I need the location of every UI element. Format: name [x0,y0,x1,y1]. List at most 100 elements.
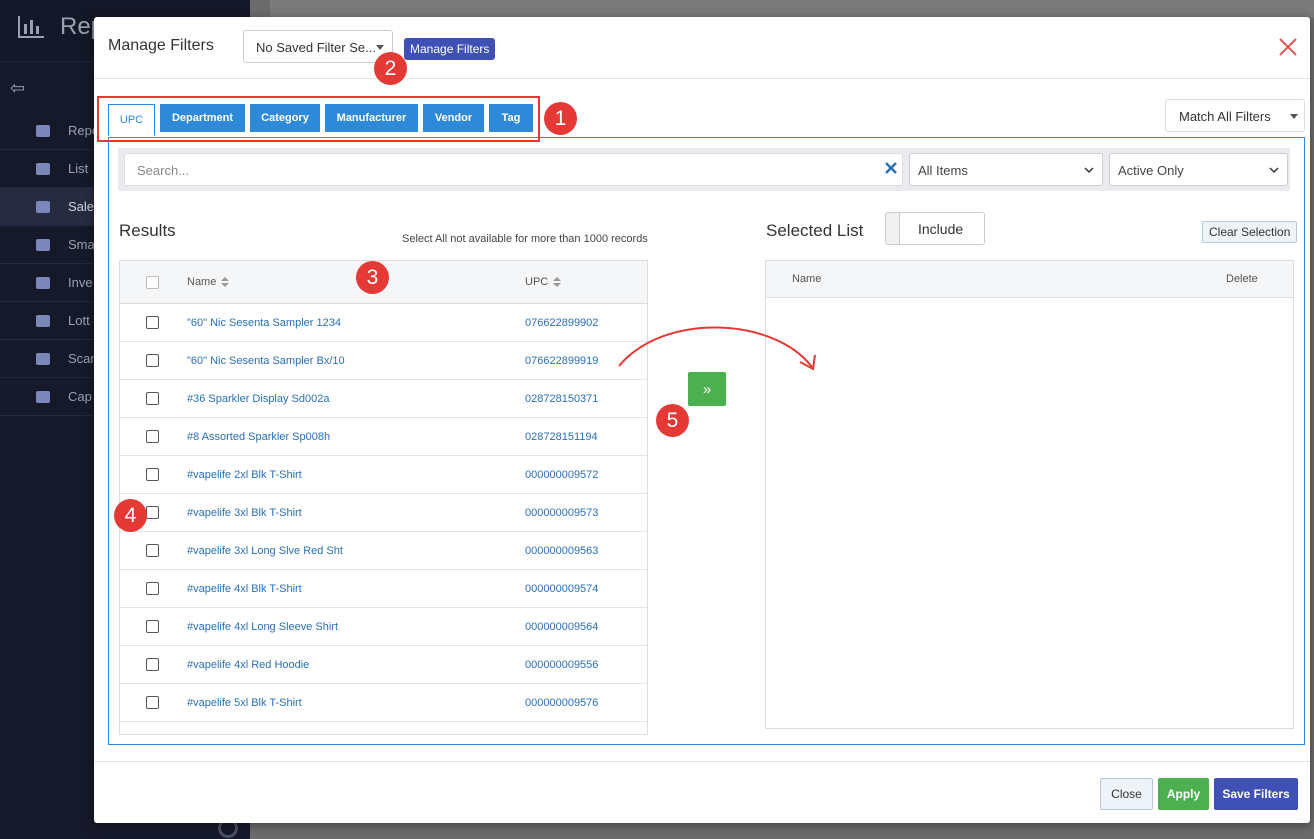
row-upc-link[interactable]: 000000009556 [525,659,598,671]
close-icon[interactable] [1277,36,1299,58]
annotation-highlight-box [97,96,540,142]
name-column-header[interactable]: Name [187,276,230,288]
row-upc-link[interactable]: 028728150371 [525,393,598,405]
items-filter-value: All Items [918,163,968,178]
row-checkbox[interactable] [146,506,159,519]
row-upc-link[interactable]: 000000009573 [525,507,598,519]
table-row[interactable]: #vapelife 5xl Blk T-Shirt 000000009576 [120,684,647,722]
table-row[interactable]: #vapelife 4xl Long Sleeve Shirt 000000009… [120,608,647,646]
row-upc-link[interactable]: 028728151194 [525,431,598,443]
table-row-partial [120,722,647,735]
modal-footer: Close Apply Save Filters [94,761,1310,823]
table-row[interactable]: "60" Nic Sesenta Sampler Bx/10 0766228999… [120,342,647,380]
table-row[interactable]: "60" Nic Sesenta Sampler 1234 07662289990… [120,304,647,342]
selected-table: Name Delete [765,260,1294,729]
search-row: Search... All Items Active Only [118,148,1290,191]
items-filter-select[interactable]: All Items [909,153,1103,186]
row-checkbox[interactable] [146,316,159,329]
row-name-link[interactable]: "60" Nic Sesenta Sampler 1234 [187,317,341,329]
search-input[interactable]: Search... [124,153,903,186]
back-arrow-icon[interactable]: ⇦ [10,78,25,99]
table-row[interactable]: #vapelife 2xl Blk T-Shirt 000000009572 [120,456,647,494]
row-name-link[interactable]: #vapelife 4xl Blk T-Shirt [187,583,302,595]
row-checkbox[interactable] [146,734,159,735]
warehouse-icon [36,276,50,289]
row-name-link[interactable]: #vapelife 4xl Red Hoodie [187,659,309,671]
status-filter-select[interactable]: Active Only [1109,153,1288,186]
row-upc-link[interactable]: 000000009563 [525,545,598,557]
include-label: Include [918,221,964,237]
row-checkbox[interactable] [146,696,159,709]
row-name-link[interactable]: #vapelife 3xl Blk T-Shirt [187,507,302,519]
sort-icon [221,277,230,288]
modal-title: Manage Filters [108,37,214,54]
include-toggle[interactable]: Include [885,212,985,245]
results-title: Results [119,221,176,240]
row-upc-link[interactable]: 000000009576 [525,697,598,709]
match-filters-select[interactable]: Match All Filters [1165,99,1305,132]
toggle-knob [886,213,900,244]
match-filters-value: Match All Filters [1179,109,1271,124]
row-checkbox[interactable] [146,354,159,367]
row-name-link[interactable]: #vapelife 2xl Blk T-Shirt [187,469,302,481]
row-checkbox[interactable] [146,582,159,595]
row-name-link[interactable]: #vapelife 4xl Long Sleeve Shirt [187,621,338,633]
selected-name-header: Name [792,273,822,285]
annotation-arrow-icon [618,326,816,371]
ticket-icon [36,314,50,327]
saved-filter-value: No Saved Filter Se... [256,40,376,55]
chevron-down-icon [1269,167,1279,174]
results-rows: "60" Nic Sesenta Sampler 1234 07662289990… [120,304,647,735]
row-name-link[interactable]: "60" Nic Sesenta Sampler Bx/10 [187,355,345,367]
row-name-link[interactable]: #vapelife 5xl Blk T-Shirt [187,697,302,709]
clear-search-icon[interactable] [884,161,898,175]
table-row[interactable]: #36 Sparkler Display Sd002a 028728150371 [120,380,647,418]
selected-list-title: Selected List [766,221,864,240]
clear-selection-button[interactable]: Clear Selection [1202,221,1298,243]
select-all-checkbox[interactable] [146,276,159,289]
selected-delete-header: Delete [1226,273,1258,285]
table-row[interactable]: #vapelife 3xl Blk T-Shirt 000000009573 [120,494,647,532]
save-filters-button[interactable]: Save Filters [1214,778,1298,810]
row-name-link[interactable]: #vapelife 3xl Long Slve Red Sht [187,545,343,557]
selected-table-header: Name Delete [766,261,1293,298]
table-row[interactable]: #vapelife 4xl Red Hoodie 000000009556 [120,646,647,684]
bar-chart-logo-icon [18,16,44,38]
row-checkbox[interactable] [146,620,159,633]
saved-filter-select[interactable]: No Saved Filter Se... [243,30,393,63]
sort-icon [553,277,562,288]
row-checkbox[interactable] [146,430,159,443]
row-upc-link[interactable]: 000000009564 [525,621,598,633]
row-checkbox[interactable] [146,544,159,557]
line-chart-icon [36,238,50,251]
table-row[interactable]: #8 Assorted Sparkler Sp008h 028728151194 [120,418,647,456]
row-checkbox[interactable] [146,392,159,405]
caret-down-icon [1290,114,1298,119]
boxes-icon [36,390,50,403]
row-upc-link[interactable]: 000000009572 [525,469,598,481]
table-row[interactable]: #vapelife 4xl Blk T-Shirt 000000009574 [120,570,647,608]
row-upc-link[interactable]: 076622899919 [525,355,598,367]
results-table: Name UPC "60" Nic Sesenta Sampler 1234 07… [119,260,648,735]
caret-down-icon [376,45,384,50]
modal-header: Manage Filters No Saved Filter Se... Man… [94,17,1310,79]
row-name-link[interactable]: #8 Assorted Sparkler Sp008h [187,431,330,443]
line-chart-icon [36,200,50,213]
row-checkbox[interactable] [146,658,159,671]
upc-column-header[interactable]: UPC [525,276,562,288]
results-note: Select All not available for more than 1… [402,233,648,245]
row-name-link[interactable]: #36 Sparkler Display Sd002a [187,393,329,405]
apply-button[interactable]: Apply [1158,778,1209,810]
annotation-badge-5: 5 [656,404,689,437]
annotation-badge-2: 2 [374,52,407,85]
table-row[interactable]: #vapelife 3xl Long Slve Red Sht 000000009… [120,532,647,570]
background-toolbar [270,0,1314,18]
manage-filters-tooltip: Manage Filters [404,38,496,60]
chevron-down-icon [1084,167,1094,174]
close-button[interactable]: Close [1100,778,1153,810]
row-upc-link[interactable]: 000000009574 [525,583,598,595]
annotation-badge-1: 1 [544,102,577,135]
row-checkbox[interactable] [146,468,159,481]
row-upc-link[interactable]: 076622899902 [525,317,598,329]
annotation-badge-3: 3 [356,261,389,294]
